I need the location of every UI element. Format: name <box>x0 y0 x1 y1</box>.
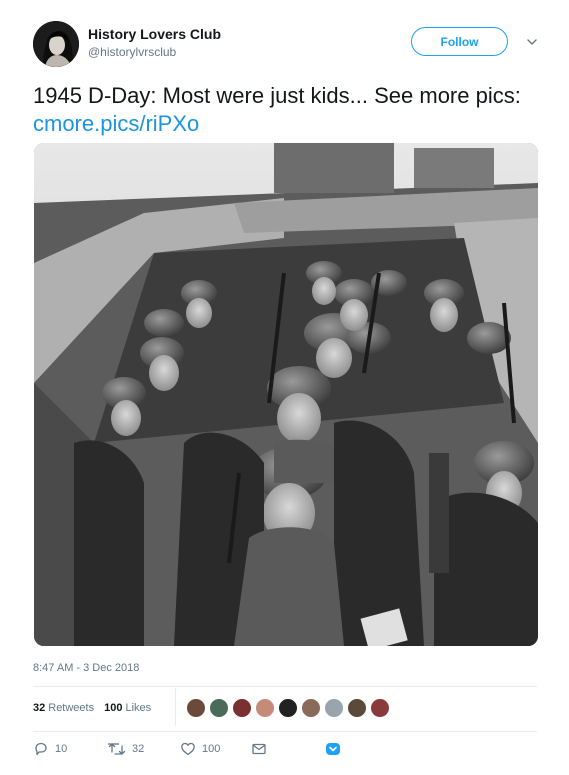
retweets-count: 32 <box>33 702 46 714</box>
tweet-actions: 10 32 100 <box>33 741 553 763</box>
tweet-photo[interactable] <box>34 143 538 646</box>
liker-avatar[interactable] <box>324 698 344 718</box>
follow-button[interactable]: Follow <box>411 27 508 56</box>
liker-avatar[interactable] <box>301 698 321 718</box>
tweet-text-body: 1945 D-Day: Most were just kids... See m… <box>33 83 521 108</box>
liker-avatar[interactable] <box>232 698 252 718</box>
dm-action[interactable] <box>251 741 267 757</box>
liker-avatar[interactable] <box>370 698 390 718</box>
retweet-icon <box>108 743 126 755</box>
envelope-icon <box>252 743 266 755</box>
divider <box>33 686 537 687</box>
more-action[interactable] <box>325 741 341 757</box>
account-handle[interactable]: @historylvrsclub <box>88 45 176 59</box>
avatar-image <box>33 21 79 67</box>
retweets-stat[interactable]: 32 Retweets <box>33 702 94 714</box>
account-name[interactable]: History Lovers Club <box>88 26 221 42</box>
likes-stat[interactable]: 100 Likes <box>104 702 151 714</box>
heart-icon <box>181 742 195 756</box>
liker-avatar[interactable] <box>186 698 206 718</box>
stats-separator <box>175 688 176 726</box>
retweets-label: Retweets <box>48 702 95 714</box>
landing-craft-photo <box>34 143 538 646</box>
tweet-text: 1945 D-Day: Most were just kids... See m… <box>33 82 533 138</box>
retweet-count: 32 <box>132 743 145 755</box>
retweet-action[interactable]: 32 <box>108 741 144 757</box>
liker-avatar[interactable] <box>347 698 367 718</box>
tweet-timestamp[interactable]: 8:47 AM - 3 Dec 2018 <box>33 662 139 674</box>
liker-avatar[interactable] <box>209 698 229 718</box>
chevron-down-icon[interactable] <box>525 35 539 49</box>
tweet-header: History Lovers Club @historylvrsclub Fol… <box>0 0 569 80</box>
tweet-link[interactable]: cmore.pics/riPXo <box>33 111 199 136</box>
chevron-down-icon <box>326 743 340 755</box>
tweet-stats: 32 Retweets 100 Likes <box>33 697 161 719</box>
liker-avatar[interactable] <box>278 698 298 718</box>
reply-count: 10 <box>55 743 68 755</box>
reply-action[interactable]: 10 <box>33 741 67 757</box>
likes-count: 100 <box>104 702 123 714</box>
reply-icon <box>35 742 47 756</box>
like-count: 100 <box>202 743 221 755</box>
avatar[interactable] <box>33 21 79 67</box>
likers-avatars <box>186 698 393 718</box>
like-action[interactable]: 100 <box>180 741 220 757</box>
liker-avatar[interactable] <box>255 698 275 718</box>
likes-label: Likes <box>125 702 152 714</box>
divider <box>33 731 537 732</box>
